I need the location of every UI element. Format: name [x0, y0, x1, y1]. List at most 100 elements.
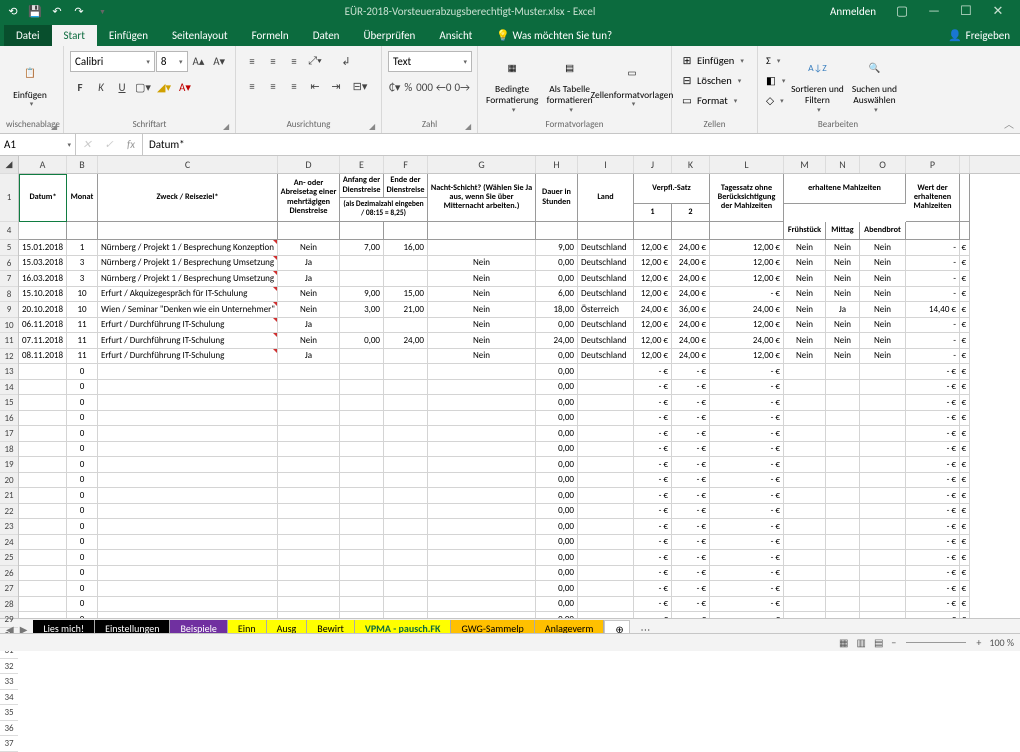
cancel-formula-icon[interactable]: ✕: [76, 138, 98, 151]
sort-filter-button[interactable]: A↓ZSortieren und Filtern▾: [790, 51, 844, 117]
font-size-select[interactable]: 8▾: [156, 51, 188, 72]
tab-review[interactable]: Überprüfen: [351, 25, 427, 46]
number-launcher-icon[interactable]: ◢: [465, 122, 475, 132]
col-I[interactable]: I: [578, 156, 634, 173]
col-N[interactable]: N: [826, 156, 860, 173]
view-layout-icon[interactable]: ▥: [857, 636, 866, 649]
fx-icon[interactable]: fx: [120, 138, 142, 151]
table-row[interactable]: 00,00- €- €- €- €€: [19, 380, 1020, 396]
font-color-button[interactable]: A▾: [175, 77, 195, 97]
tab-start[interactable]: Start: [52, 25, 97, 46]
number-format-select[interactable]: Text▾: [388, 51, 472, 72]
fill-button[interactable]: ◧ ▾: [764, 71, 787, 90]
tab-data[interactable]: Daten: [301, 25, 352, 46]
hdr-o[interactable]: Abendbrot: [860, 222, 906, 240]
table-row[interactable]: 07.11.201811Erfurt / Durchführung IT-Sch…: [19, 333, 1020, 349]
zoom-in-icon[interactable]: +: [976, 636, 981, 649]
tab-insert[interactable]: Einfügen: [97, 25, 160, 46]
table-row[interactable]: 00,00- €- €- €- €€: [19, 581, 1020, 597]
table-row[interactable]: 00,00- €- €- €- €€: [19, 597, 1020, 613]
align-top-icon[interactable]: ≡: [242, 51, 262, 71]
table-row[interactable]: 00,00- €- €- €- €€: [19, 473, 1020, 489]
hdr-n[interactable]: Mittag: [826, 222, 860, 240]
indent-dec-icon[interactable]: ⇤: [305, 76, 325, 96]
hdr-monat[interactable]: Monat: [67, 174, 98, 222]
zoom-out-icon[interactable]: −: [891, 636, 896, 649]
row-headers[interactable]: ◢ 1 4 5678910111213141516171819202122232…: [0, 156, 19, 618]
percent-icon[interactable]: %: [402, 77, 414, 97]
indent-inc-icon[interactable]: ⇥: [326, 76, 346, 96]
align-right-icon[interactable]: ≡: [284, 76, 304, 96]
qat-dropdown-icon[interactable]: ▼: [92, 2, 110, 20]
conditional-fmt-button[interactable]: ▦Bedingte Formatierung▾: [484, 51, 540, 117]
orientation-icon[interactable]: ⤢▾: [305, 51, 325, 71]
close-icon[interactable]: ✕: [982, 4, 1014, 19]
autosave-icon[interactable]: ⟲: [4, 2, 22, 20]
font-name-select[interactable]: Calibri▾: [70, 51, 155, 72]
increase-font-icon[interactable]: A▴: [189, 52, 209, 72]
table-row[interactable]: 00,00- €- €- €- €€: [19, 411, 1020, 427]
col-K[interactable]: K: [672, 156, 710, 173]
table-row[interactable]: 06.11.201811Erfurt / Durchführung IT-Sch…: [19, 318, 1020, 334]
col-B[interactable]: B: [67, 156, 98, 173]
italic-button[interactable]: K: [91, 77, 111, 97]
hdr-k[interactable]: 2: [672, 204, 710, 222]
column-headers[interactable]: ABCDEFGHIJKLMNOP: [19, 156, 1020, 174]
col-L[interactable]: L: [710, 156, 784, 173]
table-row[interactable]: 00,00- €- €- €- €€: [19, 566, 1020, 582]
hdr-mahlz[interactable]: erhaltene Mahlzeiten: [784, 174, 906, 204]
zoom-level[interactable]: 100 %: [989, 636, 1014, 649]
thousand-icon[interactable]: 000: [415, 77, 434, 97]
undo-icon[interactable]: ↶: [48, 2, 66, 20]
wrap-text-button[interactable]: ↲: [333, 51, 359, 71]
col-A[interactable]: A: [19, 156, 67, 173]
hdr-m[interactable]: Frühstück: [784, 222, 826, 240]
redo-icon[interactable]: ↷: [70, 2, 88, 20]
paste-button[interactable]: 📋Einfügen▾: [6, 51, 54, 117]
share-button[interactable]: 👤 Freigeben: [938, 25, 1020, 46]
formula-input[interactable]: Datum*: [143, 134, 1020, 155]
tab-view[interactable]: Ansicht: [427, 25, 484, 46]
col-P[interactable]: P: [906, 156, 960, 173]
minimize-icon[interactable]: —: [918, 4, 950, 19]
tab-layout[interactable]: Seitenlayout: [160, 25, 240, 46]
table-row[interactable]: 00,00- €- €- €- €€: [19, 535, 1020, 551]
format-cells-button[interactable]: ▭Format ▾: [678, 91, 746, 110]
clear-button[interactable]: ◇ ▾: [764, 91, 787, 110]
hdr-anab[interactable]: An- oder Abreisetag einer mehrtägigen Di…: [278, 174, 340, 222]
font-launcher-icon[interactable]: ◢: [223, 122, 233, 132]
find-select-button[interactable]: 🔍Suchen und Auswählen▾: [847, 51, 901, 117]
clipboard-launcher-icon[interactable]: ◢: [51, 122, 61, 132]
hdr-anfang[interactable]: Anfang der Dienstreise: [340, 174, 384, 198]
decrease-font-icon[interactable]: A▾: [209, 52, 229, 72]
col-J[interactable]: J: [634, 156, 672, 173]
hdr-nacht[interactable]: Nacht-Schicht? (Wählen Sie Ja aus, wenn …: [428, 174, 536, 222]
table-row[interactable]: 00,00- €- €- €- €€: [19, 395, 1020, 411]
hdr-datum[interactable]: Datum*: [19, 174, 67, 222]
align-bot-icon[interactable]: ≡: [284, 51, 304, 71]
col-G[interactable]: G: [428, 156, 536, 173]
col-E[interactable]: E: [340, 156, 384, 173]
currency-icon[interactable]: ₵▾: [388, 77, 401, 97]
underline-button[interactable]: U: [112, 77, 132, 97]
hdr-ef-sub[interactable]: (als Dezimalzahl eingeben / 08:15 = 8,25…: [340, 198, 428, 222]
table-row[interactable]: 08.11.201811Erfurt / Durchführung IT-Sch…: [19, 349, 1020, 365]
hdr-ende[interactable]: Ende der Dienstreise: [384, 174, 428, 198]
hdr-wert[interactable]: Wert der erhaltenen Mahlzeiten: [906, 174, 960, 222]
table-row[interactable]: 00,00- €- €- €- €€: [19, 612, 1020, 618]
col-O[interactable]: O: [860, 156, 906, 173]
table-row[interactable]: 20.10.201810Wien / Seminar "Denken wie e…: [19, 302, 1020, 318]
merge-button[interactable]: ⊟▾: [347, 76, 373, 96]
table-row[interactable]: 00,00- €- €- €- €€: [19, 488, 1020, 504]
col-M[interactable]: M: [784, 156, 826, 173]
hdr-verpfl[interactable]: Verpfl.-Satz: [634, 174, 710, 204]
border-button[interactable]: ▢▾: [133, 77, 153, 97]
align-left-icon[interactable]: ≡: [242, 76, 262, 96]
col-C[interactable]: C: [98, 156, 278, 173]
col-H[interactable]: H: [536, 156, 578, 173]
maximize-icon[interactable]: ☐: [950, 4, 982, 19]
table-row[interactable]: 00,00- €- €- €- €€: [19, 519, 1020, 535]
view-break-icon[interactable]: ▤: [874, 636, 883, 649]
view-normal-icon[interactable]: ▦: [839, 636, 848, 649]
account-link[interactable]: Anmelden: [830, 5, 876, 18]
